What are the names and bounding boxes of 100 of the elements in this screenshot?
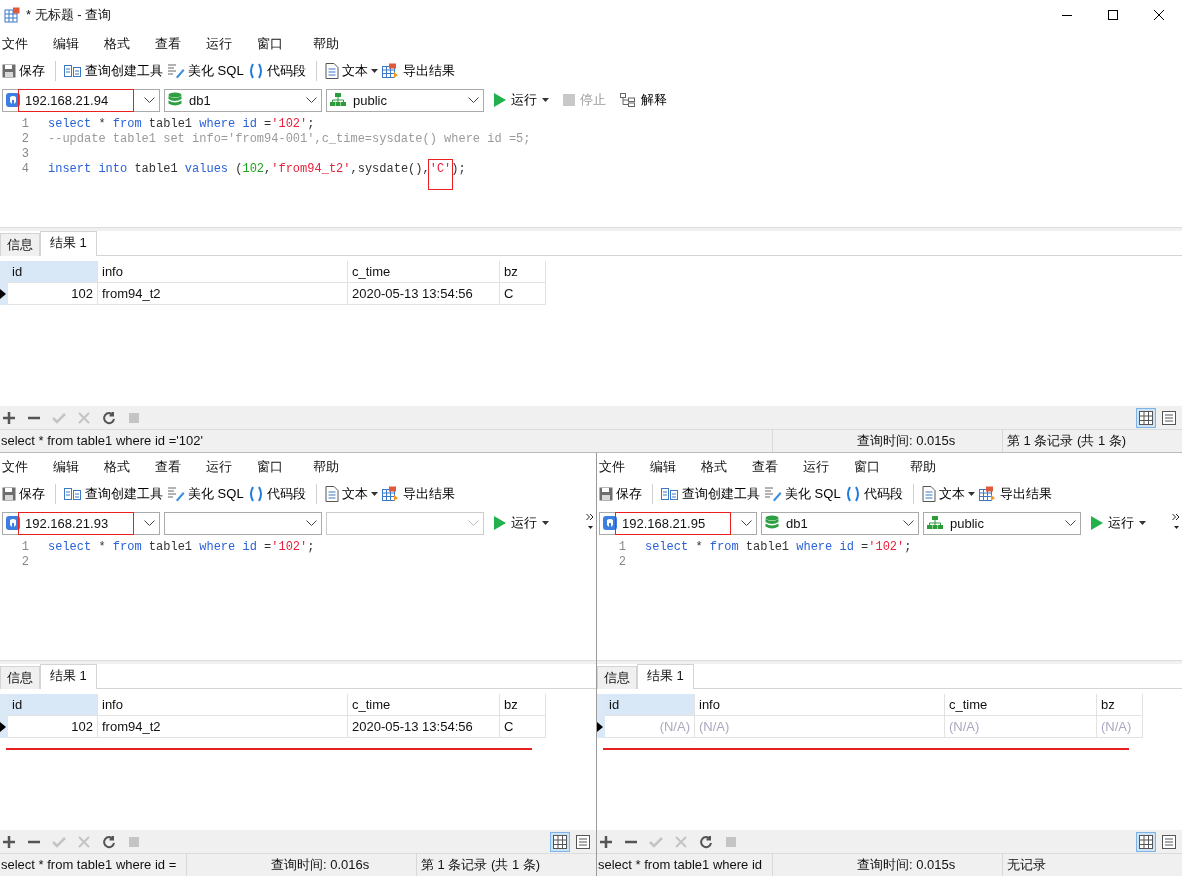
line-number: 2 [20, 555, 29, 570]
column-header[interactable]: bz [500, 261, 546, 283]
menu-item[interactable]: 编辑 [51, 457, 102, 476]
refresh-icon[interactable] [102, 410, 116, 425]
connection-dropdown[interactable]: 192.168.21.93 [2, 511, 160, 535]
schema-dropdown[interactable]: public [326, 88, 484, 112]
export-button[interactable]: 导出结果 [381, 59, 459, 83]
table-cell: (N/A) [1097, 716, 1143, 738]
connection-dropdown[interactable]: 192.168.21.94 [2, 88, 160, 112]
menu-item[interactable]: 编辑 [648, 457, 699, 476]
column-header[interactable]: info [98, 261, 348, 283]
save-button[interactable]: 保存 [2, 59, 49, 83]
result-tab[interactable]: 结果 1 [40, 231, 97, 256]
snippet-button[interactable]: 代码段 [844, 482, 907, 506]
database-icon [765, 515, 779, 531]
grid-view-button[interactable] [1136, 407, 1156, 428]
run-button[interactable]: 运行 [490, 514, 553, 532]
window-title: * 无标题 - 查询 [26, 6, 112, 24]
builder-button[interactable]: 查询创建工具 [661, 482, 764, 506]
caret-icon [370, 492, 378, 496]
refresh-icon[interactable] [699, 834, 713, 849]
save-button[interactable]: 保存 [2, 482, 49, 506]
line-number: 1 [20, 540, 29, 555]
column-header[interactable]: c_time [348, 261, 500, 283]
row-selector[interactable] [0, 283, 8, 305]
builder-button[interactable]: 查询创建工具 [64, 482, 167, 506]
menu-item[interactable]: 查看 [153, 457, 204, 476]
schema-dropdown[interactable]: public [923, 511, 1081, 535]
plus-icon[interactable] [2, 410, 16, 425]
column-header[interactable]: id [8, 694, 98, 716]
status-record-count: 无记录 [1006, 856, 1047, 874]
snippet-button[interactable]: 代码段 [247, 482, 310, 506]
result-tab[interactable]: 信息 [0, 233, 40, 256]
save-button[interactable]: 保存 [599, 482, 646, 506]
menu-item[interactable]: 窗口 [852, 457, 903, 476]
column-header[interactable]: id [8, 261, 98, 283]
plus-icon[interactable] [599, 834, 613, 849]
table-arrow-icon [381, 486, 400, 502]
menu-item[interactable]: 运行 [204, 457, 255, 476]
text-mode-button[interactable]: 文本 [324, 482, 382, 506]
export-button[interactable]: 导出结果 [978, 482, 1056, 506]
result-tab[interactable]: 信息 [0, 666, 40, 689]
column-header[interactable]: id [605, 694, 695, 716]
database-dropdown[interactable]: db1 [761, 511, 919, 535]
caret-icon [542, 521, 549, 525]
result-tab[interactable]: 信息 [597, 666, 637, 689]
grid-view-button[interactable] [1136, 831, 1156, 852]
column-header[interactable]: info [98, 694, 348, 716]
grid-view-button[interactable] [550, 831, 570, 852]
snippet-button[interactable]: 代码段 [247, 59, 310, 83]
beautify-button[interactable]: 美化 SQL [764, 482, 845, 506]
column-header[interactable]: info [695, 694, 945, 716]
menu-item[interactable]: 格式 [699, 457, 750, 476]
menu-item[interactable]: 文件 [0, 457, 51, 476]
menu-item[interactable]: 查看 [750, 457, 801, 476]
double-chevron-icon [586, 512, 594, 531]
parentheses-icon [247, 63, 264, 79]
export-button[interactable]: 导出结果 [381, 482, 459, 506]
menu-item[interactable]: 运行 [204, 34, 255, 53]
menu-item[interactable]: 帮助 [311, 34, 362, 53]
parentheses-icon [247, 486, 264, 502]
menu-item[interactable]: 格式 [102, 457, 153, 476]
plus-icon[interactable] [2, 834, 16, 849]
database-dropdown[interactable]: db1 [164, 88, 322, 112]
beautify-button[interactable]: 美化 SQL [167, 59, 248, 83]
text-mode-button[interactable]: 文本 [324, 59, 382, 83]
menu-item[interactable]: 文件 [597, 457, 648, 476]
result-tab[interactable]: 结果 1 [637, 664, 694, 689]
menu-item[interactable]: 帮助 [908, 457, 959, 476]
query-builder-icon [64, 487, 82, 501]
builder-button[interactable]: 查询创建工具 [64, 59, 167, 83]
result-tab[interactable]: 结果 1 [40, 664, 97, 689]
table-cell: from94_t2 [98, 283, 348, 305]
chevron-icon [144, 520, 155, 526]
column-header[interactable]: c_time [945, 694, 1097, 716]
menu-item[interactable]: 帮助 [311, 457, 362, 476]
run-button[interactable]: 运行 [1087, 514, 1150, 532]
caret-icon [1139, 521, 1146, 525]
menu-item[interactable]: 窗口 [255, 34, 306, 53]
play-icon [494, 93, 506, 107]
row-selector[interactable] [0, 716, 8, 738]
menu-item[interactable]: 查看 [153, 34, 204, 53]
text-mode-button[interactable]: 文本 [921, 482, 979, 506]
document-icon [324, 486, 339, 502]
refresh-icon[interactable] [102, 834, 116, 849]
beautify-button[interactable]: 美化 SQL [167, 482, 248, 506]
column-header[interactable]: bz [1097, 694, 1143, 716]
menu-item[interactable]: 运行 [801, 457, 852, 476]
column-header[interactable]: bz [500, 694, 546, 716]
menu-item[interactable]: 编辑 [51, 34, 102, 53]
status-query-time: 查询时间: 0.015s [773, 854, 1003, 876]
column-header[interactable]: c_time [348, 694, 500, 716]
menu-item[interactable]: 文件 [0, 34, 51, 53]
menu-item[interactable]: 窗口 [255, 457, 306, 476]
row-selector[interactable] [597, 716, 605, 738]
explain-button[interactable]: 解释 [616, 91, 671, 109]
menu-item[interactable]: 格式 [102, 34, 153, 53]
run-button[interactable]: 运行 [490, 91, 553, 109]
connection-dropdown[interactable]: 192.168.21.95 [599, 511, 757, 535]
table-arrow-icon [978, 486, 997, 502]
